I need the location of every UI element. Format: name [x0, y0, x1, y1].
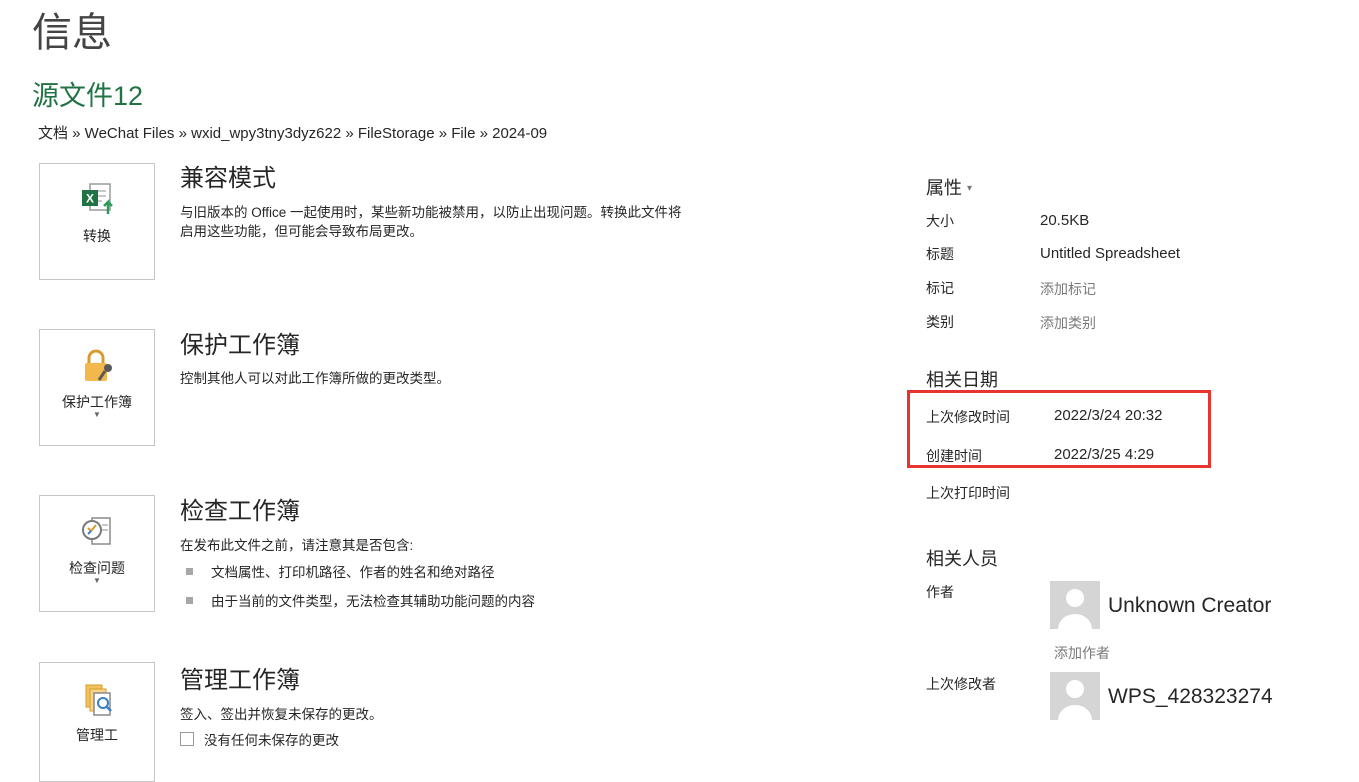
- document-name: 源文件12: [32, 81, 144, 111]
- title-value[interactable]: Untitled Spreadsheet: [1040, 245, 1180, 262]
- document-small-icon: [180, 732, 194, 746]
- add-author-link[interactable]: 添加作者: [1054, 643, 1110, 663]
- check-issues-button-label: 检查问题: [69, 560, 125, 576]
- created-value: 2022/3/25 4:29: [1054, 446, 1155, 463]
- manage-workbook-desc: 签入、签出并恢复未保存的更改。: [180, 707, 383, 722]
- bullet-square-icon: [186, 568, 193, 575]
- inspect-bullet: 由于当前的文件类型，无法检查其辅助功能问题的内容: [186, 592, 535, 611]
- add-tags-field[interactable]: 添加标记: [1040, 279, 1096, 299]
- excel-convert-icon: X: [82, 183, 113, 214]
- last-modified-by-label: 上次修改者: [926, 676, 996, 692]
- protect-workbook-button-label: 保护工作簿: [62, 394, 132, 410]
- avatar[interactable]: [1050, 672, 1100, 720]
- related-dates-header: 相关日期: [926, 370, 998, 390]
- inspect-bullet-text: 由于当前的文件类型，无法检查其辅助功能问题的内容: [211, 594, 535, 609]
- breadcrumb[interactable]: 文档 » WeChat Files » wxid_wpy3tny3dyz622 …: [38, 124, 547, 144]
- title-label: 标题: [926, 246, 954, 262]
- chevron-down-icon: ▼: [93, 576, 101, 585]
- manage-workbook-button[interactable]: 管理工: [39, 662, 155, 782]
- compat-mode-title: 兼容模式: [180, 165, 276, 192]
- category-label: 类别: [926, 314, 954, 330]
- add-category-field[interactable]: 添加类别: [1040, 313, 1096, 333]
- related-people-header: 相关人员: [926, 549, 998, 569]
- chevron-down-icon: ▼: [93, 410, 101, 419]
- last-modified-value: 2022/3/24 20:32: [1054, 407, 1163, 424]
- created-label: 创建时间: [926, 448, 982, 464]
- bullet-square-icon: [186, 597, 193, 604]
- lock-key-icon: [85, 349, 112, 381]
- compat-mode-desc-2: 启用这些功能，但可能会导致布局更改。: [180, 224, 423, 239]
- manage-workbook-button-label: 管理工: [76, 727, 118, 743]
- no-unsaved-changes-text: 没有任何未保存的更改: [204, 733, 339, 748]
- manage-versions-icon: [85, 684, 112, 716]
- compat-mode-desc-1: 与旧版本的 Office 一起使用时，某些新功能被禁用，以防止出现问题。转换此文…: [180, 205, 682, 220]
- inspect-bullet-text: 文档属性、打印机路径、作者的姓名和绝对路径: [211, 565, 495, 580]
- person-icon: [1058, 589, 1092, 629]
- chevron-down-icon: ▾: [967, 183, 973, 194]
- last-modified-label: 上次修改时间: [926, 409, 1010, 425]
- author-label: 作者: [926, 584, 954, 600]
- inspect-workbook-desc: 在发布此文件之前，请注意其是否包含:: [180, 538, 414, 553]
- protect-workbook-button[interactable]: 保护工作簿 ▼: [39, 329, 155, 446]
- inspect-workbook-title: 检查工作簿: [180, 498, 300, 525]
- properties-header[interactable]: 属性 ▾: [926, 174, 972, 200]
- avatar[interactable]: [1050, 581, 1100, 629]
- last-printed-label: 上次打印时间: [926, 485, 1010, 501]
- check-issues-button[interactable]: 检查问题 ▼: [39, 495, 155, 612]
- tags-label: 标记: [926, 280, 954, 296]
- svg-text:X: X: [86, 192, 94, 206]
- person-icon: [1058, 680, 1092, 720]
- manage-workbook-title: 管理工作簿: [180, 667, 300, 694]
- page-title: 信息: [32, 11, 112, 55]
- author-name[interactable]: Unknown Creator: [1108, 594, 1271, 618]
- inspect-document-icon: [82, 517, 111, 545]
- protect-workbook-title: 保护工作簿: [180, 332, 300, 359]
- last-modified-by-name[interactable]: WPS_428323274: [1108, 685, 1273, 709]
- convert-button-label: 转换: [83, 228, 111, 244]
- size-label: 大小: [926, 213, 954, 229]
- convert-button[interactable]: X 转换: [39, 163, 155, 280]
- inspect-bullet: 文档属性、打印机路径、作者的姓名和绝对路径: [186, 563, 495, 582]
- properties-header-label: 属性: [926, 178, 962, 198]
- manage-workbook-sub: 没有任何未保存的更改: [180, 731, 830, 750]
- protect-workbook-desc: 控制其他人可以对此工作簿所做的更改类型。: [180, 371, 450, 386]
- size-value: 20.5KB: [1040, 212, 1090, 229]
